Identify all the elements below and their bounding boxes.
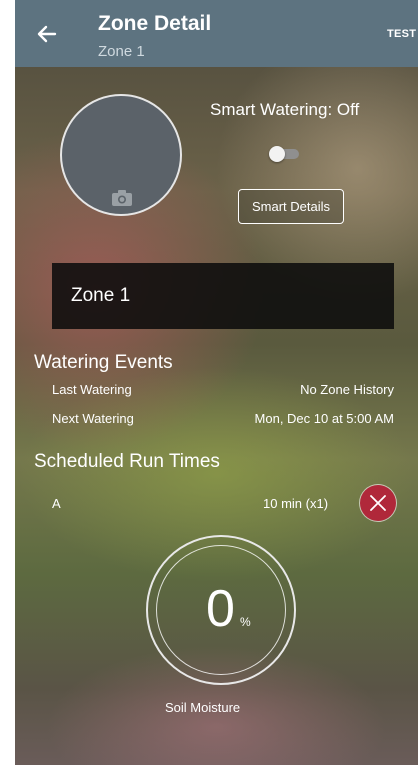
smart-watering-label: Smart Watering: Off: [210, 100, 360, 119]
toggle-knob: [269, 146, 285, 162]
page-subtitle: Zone 1: [98, 43, 145, 60]
camera-icon: [112, 190, 132, 206]
back-arrow-icon[interactable]: [35, 22, 59, 46]
zone-name-bar[interactable]: Zone 1: [52, 263, 394, 329]
close-icon: [370, 495, 386, 511]
smart-details-button[interactable]: Smart Details: [238, 189, 344, 224]
smart-watering-toggle[interactable]: [269, 146, 303, 162]
next-watering-label: Next Watering: [52, 411, 134, 426]
soil-moisture-label: Soil Moisture: [165, 700, 241, 715]
last-watering-value: No Zone History: [300, 382, 394, 397]
test-button[interactable]: TEST: [387, 28, 416, 40]
page-title: Zone Detail: [98, 12, 212, 35]
run-time-program: A: [52, 496, 61, 511]
delete-run-time-button[interactable]: [360, 485, 396, 521]
next-watering-value: Mon, Dec 10 at 5:00 AM: [254, 411, 394, 426]
app-header: Zone Detail Zone 1 TEST: [15, 0, 418, 67]
zone-detail-screen: Zone Detail Zone 1 TEST Smart Watering: …: [15, 0, 418, 765]
watering-events-title: Watering Events: [34, 352, 173, 373]
zone-photo[interactable]: [60, 94, 182, 216]
last-watering-label: Last Watering: [52, 382, 132, 397]
scheduled-run-times-title: Scheduled Run Times: [34, 451, 220, 472]
soil-moisture-unit: %: [240, 615, 251, 629]
zone-name: Zone 1: [71, 285, 131, 306]
run-time-duration: 10 min (x1): [263, 496, 329, 511]
soil-moisture-value: 0: [206, 580, 235, 638]
